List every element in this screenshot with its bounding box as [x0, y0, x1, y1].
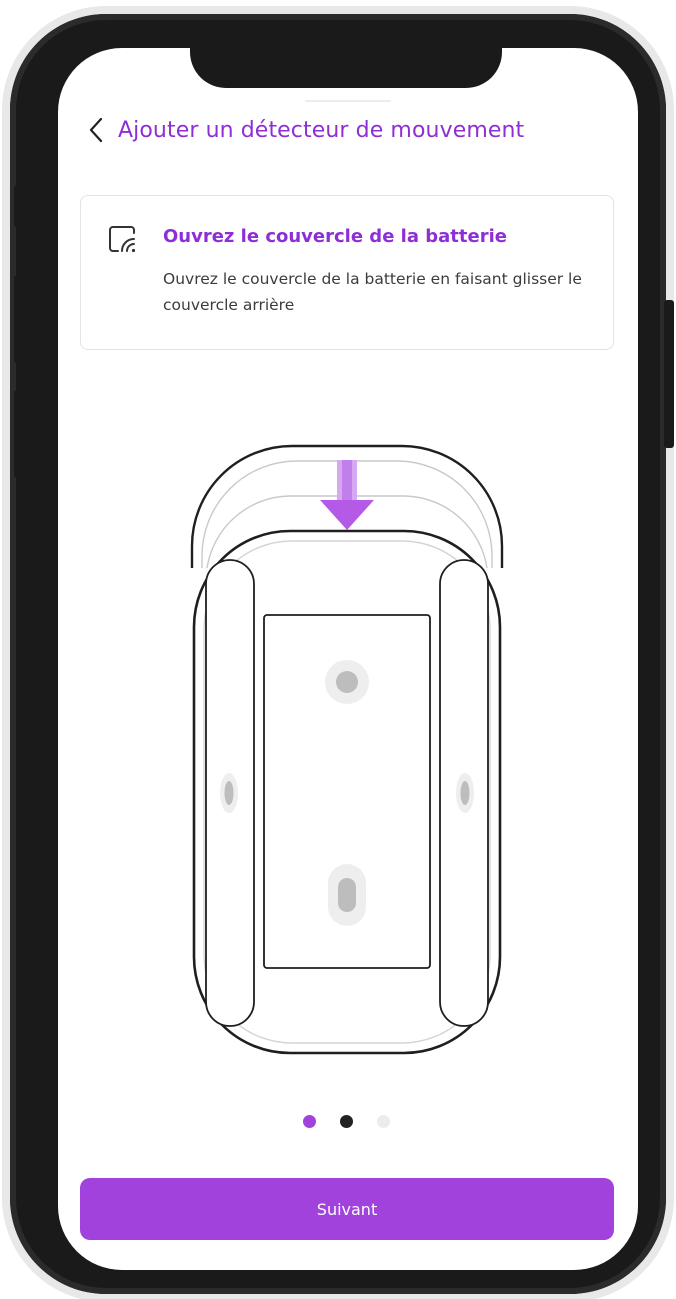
- sensor-signal-icon: [109, 226, 136, 253]
- back-button[interactable]: [84, 110, 108, 150]
- page-dot[interactable]: [377, 1115, 390, 1128]
- status-indicator-line: [305, 100, 391, 102]
- app-screenshot: Ajouter un détecteur de mouvement Ouvrez…: [0, 0, 676, 1299]
- detector-battery-cover-illustration: [190, 444, 504, 1055]
- page-dot[interactable]: [340, 1115, 353, 1128]
- step-pagination: [298, 1114, 398, 1130]
- phone-side-button-volume-down: [14, 390, 24, 478]
- detector-body: [192, 529, 502, 1055]
- chevron-left-icon: [89, 117, 103, 143]
- next-button-label: Suivant: [316, 1199, 378, 1219]
- phone-side-button-power: [664, 300, 674, 448]
- phone-side-button-volume-up: [14, 275, 24, 363]
- phone-side-button-silent: [14, 185, 24, 227]
- next-button[interactable]: Suivant: [80, 1178, 614, 1240]
- page-dot-active[interactable]: [303, 1115, 316, 1128]
- instruction-title: Ouvrez le couvercle de la batterie: [163, 226, 507, 247]
- instruction-card: Ouvrez le couvercle de la batterie Ouvre…: [80, 195, 614, 350]
- page-title: Ajouter un détecteur de mouvement: [118, 117, 525, 143]
- screen-header: Ajouter un détecteur de mouvement: [84, 108, 624, 152]
- instruction-description: Ouvrez le couvercle de la batterie en fa…: [163, 270, 582, 314]
- phone-notch: [190, 22, 502, 88]
